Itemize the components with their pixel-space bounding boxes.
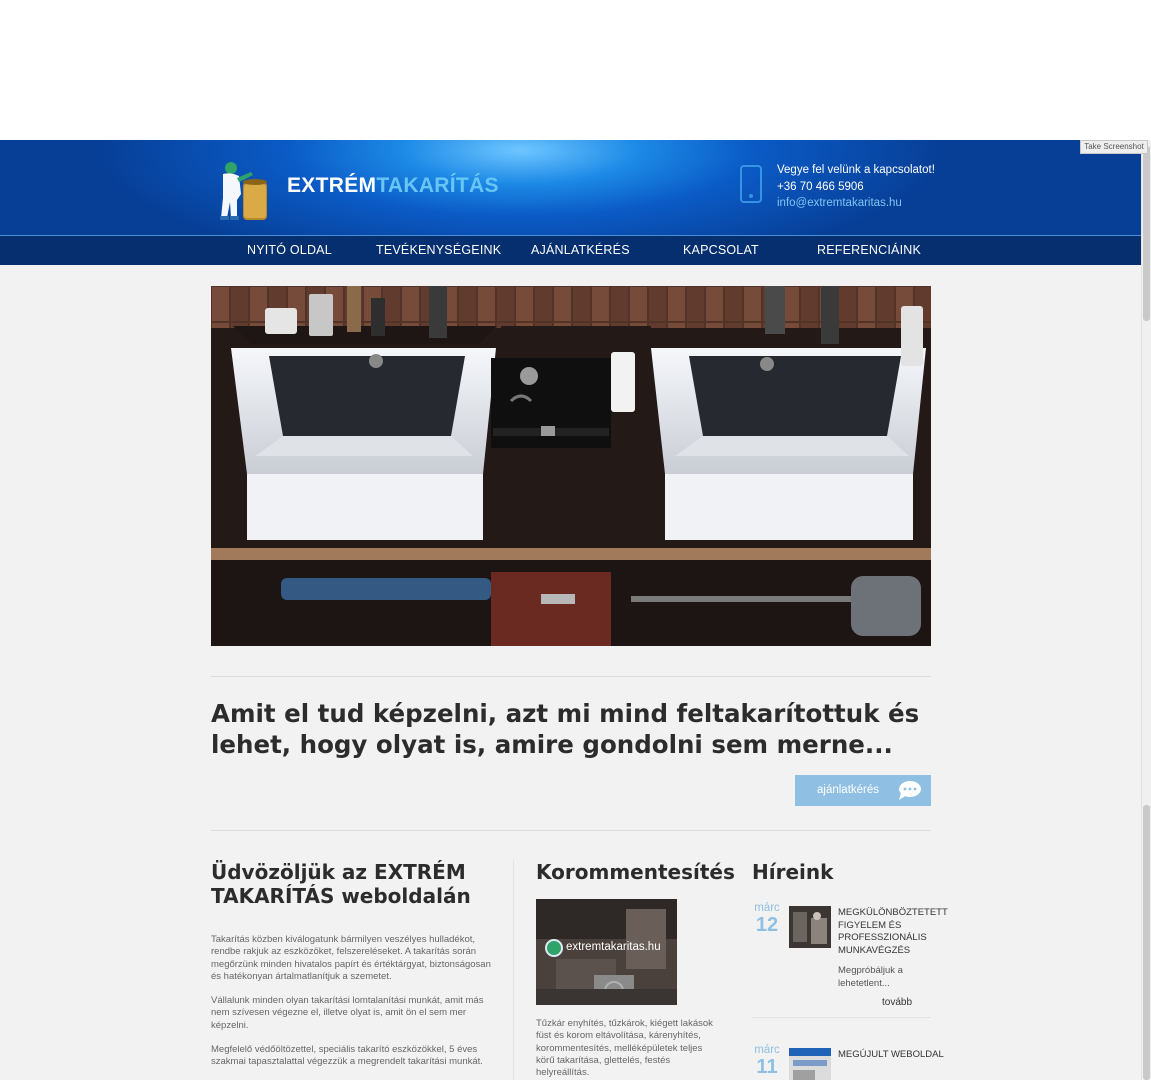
welcome-paragraph-3: Megfelelő védőöltözettel, speciális taka… (211, 1044, 483, 1068)
news-divider (752, 1017, 931, 1018)
speech-bubble-icon (899, 781, 921, 800)
news-item-title[interactable]: MEGÚJULT WEBOLDAL (838, 1049, 948, 1062)
watermark-logo-icon (545, 939, 563, 957)
news-thumb-2[interactable] (789, 1048, 831, 1080)
header-contact: Vegye fel velünk a kapcsolatot! +36 70 4… (777, 162, 935, 212)
divider-bottom (211, 830, 931, 831)
nav-item-quote[interactable]: AJÁNLATKÉRÉS (531, 243, 630, 257)
scrollbar-thumb[interactable] (1143, 146, 1150, 321)
news-item-title[interactable]: MEGKÜLÖNBÖZTETETT FIGYELEM ÉS PROFESSZIO… (838, 907, 948, 957)
contact-phone[interactable]: +36 70 466 5906 (777, 179, 935, 196)
news-month: márc (754, 1044, 780, 1056)
news-day: 11 (756, 1056, 778, 1078)
site-header: EXTRÉMTAKARÍTÁS Vegye fel velünk a kapcs… (0, 140, 1141, 235)
request-quote-button[interactable]: ajánlatkérés (795, 775, 931, 806)
logo-accent: TAKARÍTÁS (376, 174, 499, 197)
soot-removal-text: Tűzkár enyhítés, tűzkárok, kiégett lakás… (536, 1018, 713, 1079)
welcome-paragraph-2: Vállalunk minden olyan takarítási lomtal… (211, 995, 484, 1031)
welcome-title: Üdvözöljük az EXTRÉM TAKARÍTÁS weboldalá… (211, 860, 471, 908)
watermark-text: extremtakaritas.hu (566, 941, 661, 953)
hero-bathroom-image (211, 286, 931, 646)
news-title: Híreink (752, 860, 834, 884)
soot-removal-image[interactable]: extremtakaritas.hu (536, 899, 677, 1005)
news-date-1: márc 12 (750, 902, 784, 936)
logo-cleaner-figure-icon[interactable] (217, 160, 271, 222)
take-screenshot-button[interactable]: Take Screenshot (1080, 140, 1148, 154)
news-day: 12 (755, 914, 779, 936)
news-read-more-link[interactable]: tovább (882, 997, 912, 1008)
contact-cta: Vegye fel velünk a kapcsolatot! (777, 164, 935, 176)
welcome-paragraph-1: Takarítás közben kiválogatunk bármilyen … (211, 934, 491, 982)
divider-top (211, 676, 931, 677)
news-thumb-1[interactable] (789, 906, 831, 948)
nav-item-home[interactable]: NYITÓ OLDAL (247, 243, 332, 257)
site-logo-text[interactable]: EXTRÉMTAKARÍTÁS (287, 174, 499, 198)
browser-blank-area (0, 0, 1151, 140)
request-quote-label: ajánlatkérés (817, 784, 880, 796)
contact-email-link[interactable]: info@extremtakaritas.hu (777, 195, 935, 212)
hero-tagline: Amit el tud képzelni, azt mi mind feltak… (211, 699, 920, 759)
nav-item-activities[interactable]: TEVÉKENYSÉGEINK (376, 243, 501, 257)
logo-main: EXTRÉM (287, 174, 377, 197)
soot-removal-title[interactable]: Korommentesítés (536, 860, 736, 884)
scrollbar-thumb-lower[interactable] (1143, 805, 1150, 1080)
news-date-2: márc 11 (750, 1044, 784, 1078)
page-viewport: EXTRÉMTAKARÍTÁS Vegye fel velünk a kapcs… (0, 140, 1151, 1080)
news-month: márc (754, 902, 780, 914)
column-divider (513, 860, 514, 1080)
phone-icon (740, 165, 762, 203)
nav-item-contact[interactable]: KAPCSOLAT (683, 243, 759, 257)
main-nav: NYITÓ OLDAL TEVÉKENYSÉGEINK AJÁNLATKÉRÉS… (0, 235, 1141, 265)
news-excerpt: Megpróbáljuk a lehetetlent... (838, 965, 903, 989)
nav-item-references[interactable]: REFERENCIÁINK (817, 243, 921, 257)
